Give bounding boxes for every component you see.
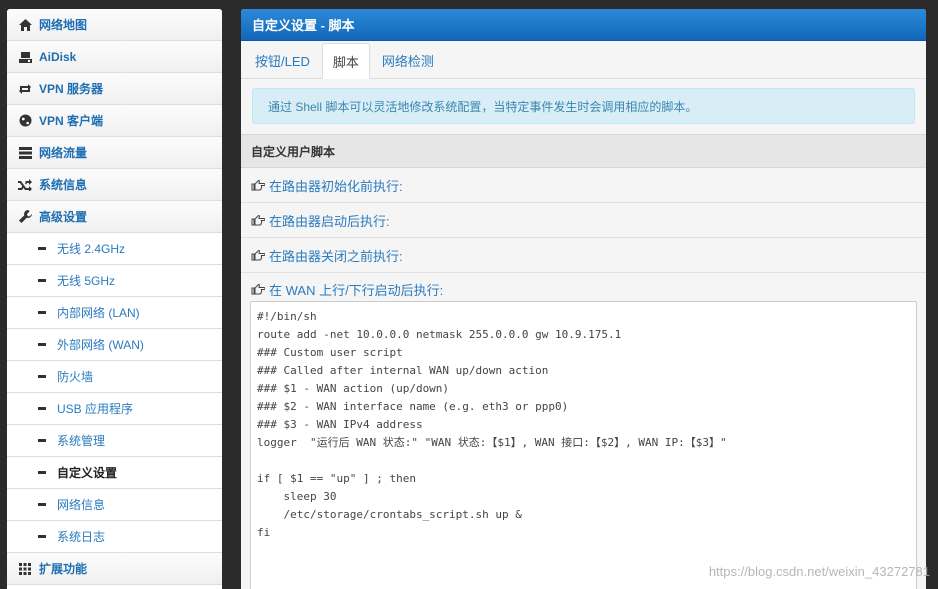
wrench-icon <box>18 210 32 224</box>
page-title: 自定义设置 - 脚本 <box>241 9 926 41</box>
sidebar-item-extensions[interactable]: 扩展功能 <box>7 553 222 585</box>
sidebar-sub-wan[interactable]: 外部网络 (WAN) <box>7 329 222 361</box>
hand-pointer-icon <box>251 214 265 226</box>
sidebar-sub-lan[interactable]: 内部网络 (LAN) <box>7 297 222 329</box>
sidebar-sub-firewall[interactable]: 防火墙 <box>7 361 222 393</box>
minus-icon <box>38 375 46 378</box>
sidebar-item-label: 网络地图 <box>39 18 88 32</box>
sidebar-item-vpn-client[interactable]: VPN 客户端 <box>7 105 222 137</box>
script-editor-textarea[interactable]: #!/bin/sh route add -net 10.0.0.0 netmas… <box>250 301 917 589</box>
sidebar-sub-usb-apps[interactable]: USB 应用程序 <box>7 393 222 425</box>
sidebar-sub-system-admin[interactable]: 系统管理 <box>7 425 222 457</box>
minus-icon <box>38 535 46 538</box>
tab-bar: 按钮/LED 脚本 网络检测 <box>241 41 926 79</box>
sidebar-sub-system-log[interactable]: 系统日志 <box>7 521 222 553</box>
minus-icon <box>38 471 46 474</box>
sidebar-item-label: 系统信息 <box>39 178 88 192</box>
hand-pointer-icon <box>251 283 265 295</box>
sidebar-item-label: VPN 客户端 <box>39 114 104 128</box>
script-label: 在 WAN 上行/下行启动后执行: <box>269 282 444 298</box>
sidebar-item-label: 高级设置 <box>39 210 88 224</box>
minus-icon <box>38 247 46 250</box>
retweet-icon <box>18 82 32 96</box>
random-icon <box>18 178 32 192</box>
minus-icon <box>38 343 46 346</box>
sidebar-item-vpn-server[interactable]: VPN 服务器 <box>7 73 222 105</box>
script-before-shutdown[interactable]: 在路由器关闭之前执行: <box>241 238 926 273</box>
script-wan-updown[interactable]: 在 WAN 上行/下行启动后执行: <box>241 273 926 301</box>
sidebar-item-system-info[interactable]: 系统信息 <box>7 169 222 201</box>
minus-icon <box>38 311 46 314</box>
tab-buttons-led[interactable]: 按钮/LED <box>245 43 320 78</box>
minus-icon <box>38 439 46 442</box>
sidebar-item-traffic[interactable]: 网络流量 <box>7 137 222 169</box>
sidebar-sub-label: 防火墙 <box>57 370 94 384</box>
sidebar-sub-label: 无线 2.4GHz <box>57 242 126 256</box>
sidebar-sub-label: 网络信息 <box>57 498 106 512</box>
script-label: 在路由器启动后执行: <box>269 213 390 229</box>
home-icon <box>18 18 32 32</box>
minus-icon <box>38 503 46 506</box>
sidebar-sub-network-info[interactable]: 网络信息 <box>7 489 222 521</box>
hard-drive-icon <box>18 50 32 64</box>
minus-icon <box>38 407 46 410</box>
sidebar-item-advanced[interactable]: 高级设置 <box>7 201 222 233</box>
sidebar-item-label: AiDisk <box>39 49 77 64</box>
sidebar-sub-label: 系统管理 <box>57 434 106 448</box>
sidebar-item-label: 网络流量 <box>39 146 88 160</box>
script-before-init[interactable]: 在路由器初始化前执行: <box>241 168 926 203</box>
sidebar-sub-label: USB 应用程序 <box>57 402 134 416</box>
script-label: 在路由器初始化前执行: <box>269 178 403 194</box>
section-title: 自定义用户脚本 <box>241 134 926 168</box>
sidebar-item-label: VPN 服务器 <box>39 82 104 96</box>
sidebar-sub-label: 自定义设置 <box>57 466 118 480</box>
tab-scripts[interactable]: 脚本 <box>321 43 370 79</box>
sidebar-item-label: 扩展功能 <box>39 562 88 576</box>
watermark: https://blog.csdn.net/weixin_43272781 <box>708 564 930 579</box>
sidebar-item-aidisk[interactable]: AiDisk <box>7 41 222 73</box>
sidebar: 网络地图 AiDisk VPN 服务器 VPN 客户端 网络流量 系统信息 高级… <box>7 9 222 589</box>
info-alert: 通过 Shell 脚本可以灵活地修改系统配置，当特定事件发生时会调用相应的脚本。 <box>252 88 915 124</box>
list-icon <box>18 146 32 160</box>
sidebar-sub-customization[interactable]: 自定义设置 <box>7 457 222 489</box>
sidebar-sub-label: 外部网络 (WAN) <box>57 338 144 352</box>
sidebar-sub-wireless-24[interactable]: 无线 2.4GHz <box>7 233 222 265</box>
script-label: 在路由器关闭之前执行: <box>269 248 403 264</box>
sidebar-sub-label: 无线 5GHz <box>57 274 116 288</box>
minus-icon <box>38 279 46 282</box>
hand-pointer-icon <box>251 249 265 261</box>
hand-pointer-icon <box>251 179 265 191</box>
sidebar-sub-wireless-5[interactable]: 无线 5GHz <box>7 265 222 297</box>
globe-icon <box>18 114 32 128</box>
tab-network-detect[interactable]: 网络检测 <box>372 43 444 78</box>
grid-icon <box>18 562 32 576</box>
main-panel: 自定义设置 - 脚本 按钮/LED 脚本 网络检测 通过 Shell 脚本可以灵… <box>241 9 926 589</box>
script-after-start[interactable]: 在路由器启动后执行: <box>241 203 926 238</box>
sidebar-item-network-map[interactable]: 网络地图 <box>7 9 222 41</box>
sidebar-sub-label: 内部网络 (LAN) <box>57 306 140 320</box>
sidebar-sub-label: 系统日志 <box>57 530 106 544</box>
